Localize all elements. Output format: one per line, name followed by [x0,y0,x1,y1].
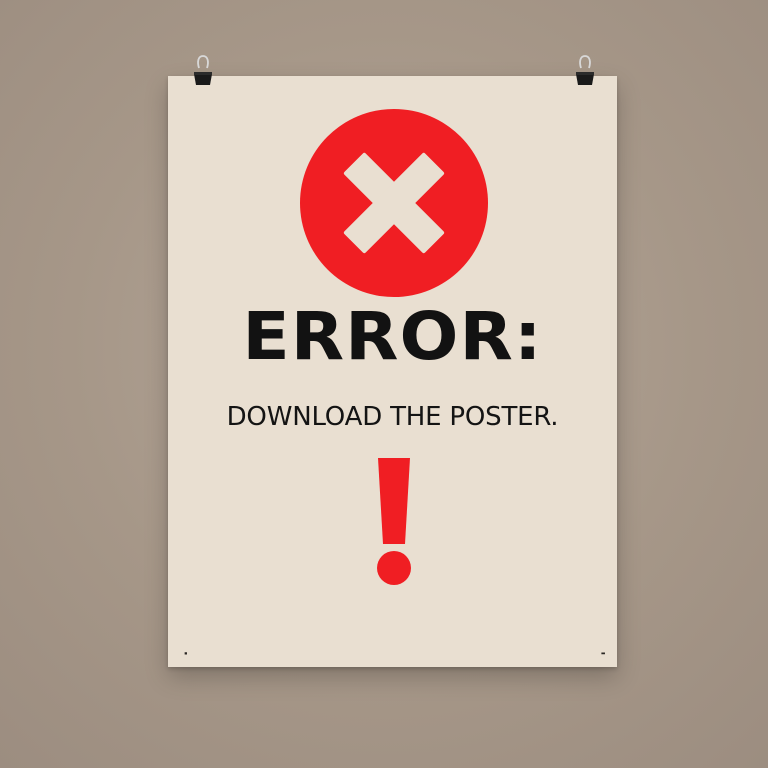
binder-clip-icon [574,52,596,86]
poster: ERROR: DOWNLOAD THE POSTER. ▪ ▬ [168,76,617,667]
close-circle-icon [300,109,488,297]
corner-mark-right: ▬ [601,650,605,657]
poster-subtitle: DOWNLOAD THE POSTER. [226,402,559,432]
error-title: ERROR: [242,298,543,375]
binder-clip-icon [192,52,214,86]
exclamation-icon [377,458,411,585]
corner-mark-left: ▪ [184,650,188,657]
